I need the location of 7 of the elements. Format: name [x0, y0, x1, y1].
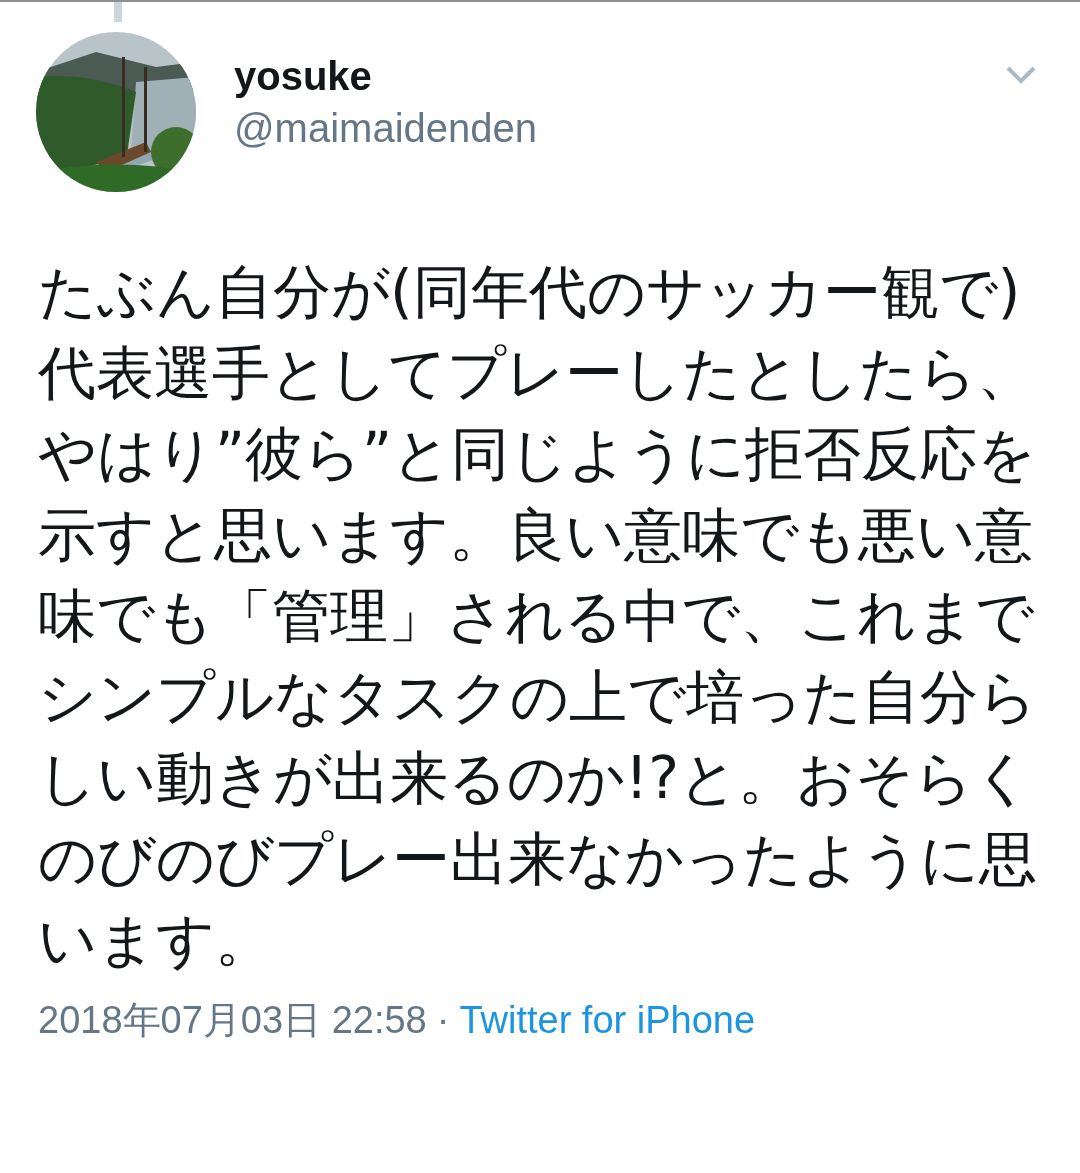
timestamp[interactable]: 2018年07月03日 22:58: [38, 995, 427, 1045]
user-name[interactable]: yosuke: [234, 50, 1006, 102]
separator: ·: [436, 998, 450, 1043]
user-handle[interactable]: @maimaidenden: [234, 102, 1006, 154]
tweet-text: たぶん自分が(同年代のサッカー観で)代表選手としてプレーしたとしたら、やはり”彼ら”と同じように拒否反応を示すと思います。良い意味でも悪い意味でも「管理」される中で、これまでシンプルなタスクの上で培った自分らしい動きが出来るのか!?と。おそらくのびのびプレー出来なかったように思います。: [38, 257, 1038, 976]
source-link[interactable]: Twitter for iPhone: [459, 995, 756, 1045]
caret-icon[interactable]: [1006, 66, 1036, 84]
